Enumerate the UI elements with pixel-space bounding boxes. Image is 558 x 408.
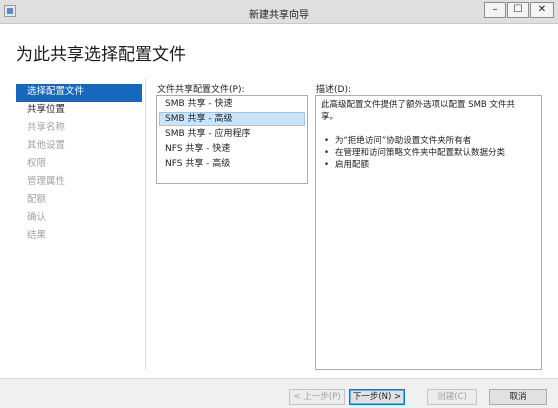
profile-item-smb-advanced[interactable]: SMB 共享 - 高级 — [159, 112, 305, 126]
bullet-text: 为“拒绝访问”协助设置文件夹所有者 — [335, 136, 472, 146]
profile-item-nfs-advanced[interactable]: NFS 共享 - 高级 — [159, 157, 305, 171]
title-bar: 新建共享向导 – ☐ ✕ — [0, 0, 558, 24]
bullet-text: 在管理和访问策略文件夹中配置默认数据分类 — [335, 148, 506, 158]
profiles-listbox[interactable]: SMB 共享 - 快速 SMB 共享 - 高级 SMB 共享 - 应用程序 NF… — [156, 95, 308, 184]
description-bullet: • 在管理和访问策略文件夹中配置默认数据分类 — [321, 147, 536, 159]
profile-item-smb-quick[interactable]: SMB 共享 - 快速 — [159, 97, 305, 111]
nav-step-share-location[interactable]: 共享位置 — [16, 102, 142, 120]
window-title: 新建共享向导 — [249, 10, 309, 21]
previous-button: < 上一步(P) — [289, 389, 345, 405]
bullet-icon: • — [324, 160, 330, 170]
nav-divider — [145, 78, 146, 370]
nav-step-quota: 配额 — [27, 194, 47, 205]
close-button[interactable]: ✕ — [530, 2, 554, 18]
create-button: 创建(C) — [427, 389, 477, 405]
page-title: 为此共享选择配置文件 — [16, 45, 186, 65]
description-bullet: • 启用配额 — [321, 159, 536, 171]
profile-item-smb-applications[interactable]: SMB 共享 - 应用程序 — [159, 127, 305, 141]
description-label: 描述(D): — [316, 85, 351, 95]
nav-step-results: 结果 — [27, 230, 47, 241]
nav-step-share-name: 共享名称 — [27, 122, 66, 133]
nav-step-management-properties: 管理属性 — [27, 176, 66, 187]
description-box: 此高级配置文件提供了额外选项以配置 SMB 文件共 享。 • 为“拒绝访问”协助… — [315, 95, 542, 370]
description-bullet: • 为“拒绝访问”协助设置文件夹所有者 — [321, 135, 536, 147]
bullet-icon: • — [324, 136, 330, 146]
minimize-button[interactable]: – — [484, 2, 506, 18]
wizard-steps-nav: 选择配置文件 共享位置 共享名称 其他设置 权限 管理属性 配额 确认 结果 — [16, 84, 142, 246]
bullet-icon: • — [324, 148, 330, 158]
nav-step-permissions: 权限 — [27, 158, 47, 169]
nav-step-select-profile[interactable]: 选择配置文件 — [16, 84, 142, 102]
nav-step-confirmation: 确认 — [27, 212, 47, 223]
next-button[interactable]: 下一步(N) > — [349, 389, 405, 405]
bullet-text: 启用配额 — [335, 160, 370, 170]
maximize-button[interactable]: ☐ — [507, 2, 529, 18]
description-intro-line: 享。 — [321, 112, 339, 122]
description-intro: 此高级配置文件提供了额外选项以配置 SMB 文件共 享。 — [321, 99, 536, 123]
nav-step-other-settings: 其他设置 — [27, 140, 66, 151]
profiles-label: 文件共享配置文件(P): — [157, 85, 245, 95]
cancel-button[interactable]: 取消 — [489, 389, 547, 405]
profile-item-nfs-quick[interactable]: NFS 共享 - 快速 — [159, 142, 305, 156]
description-intro-line: 此高级配置文件提供了额外选项以配置 SMB 文件共 — [321, 100, 515, 110]
footer-bar: < 上一步(P) 下一步(N) > 创建(C) 取消 — [0, 378, 558, 408]
